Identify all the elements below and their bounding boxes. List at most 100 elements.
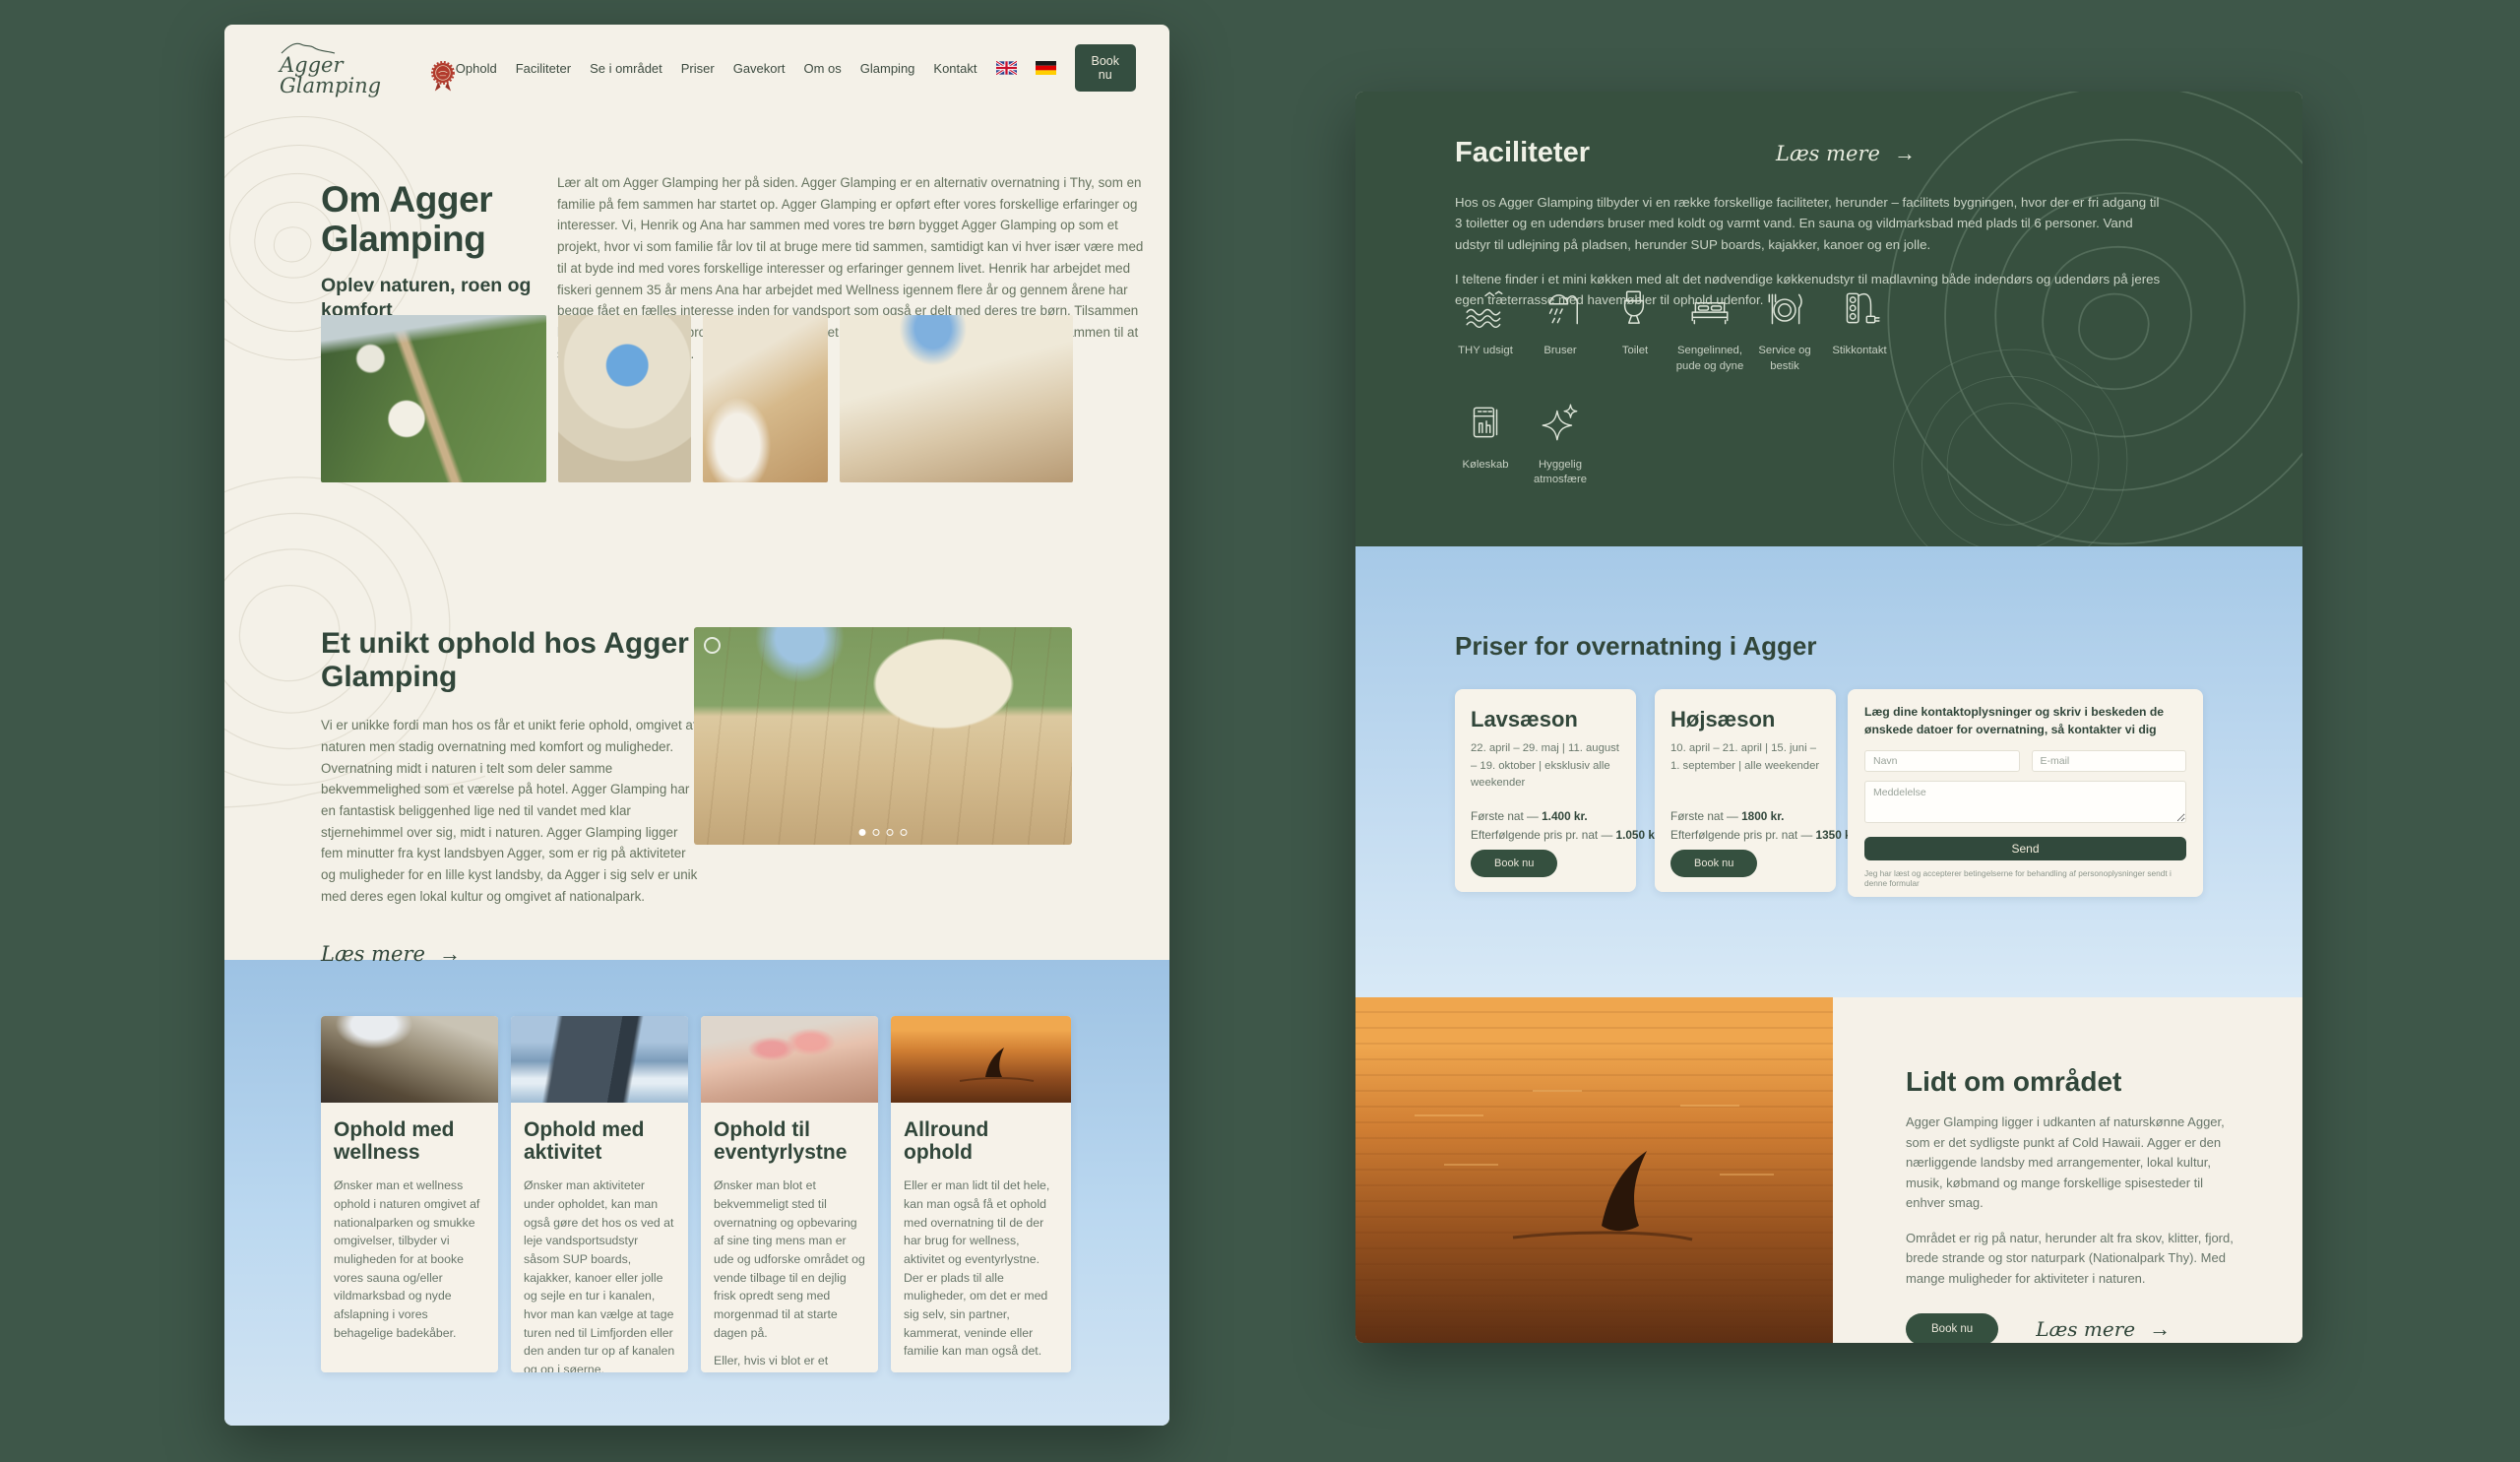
nav-faciliteter[interactable]: Faciliteter (516, 61, 571, 76)
facilities-read-more-link[interactable]: Læs mere → (1776, 141, 1916, 166)
facility-thy-view: THY udsigt (1448, 286, 1523, 375)
about-heading-block: Om Agger Glamping Oplev naturen, roen og… (321, 180, 557, 323)
book-now-button[interactable]: Book nu (1075, 44, 1137, 92)
carousel-dots (859, 829, 908, 836)
stay-card-activity: Ophold med aktivitet Ønsker man aktivite… (511, 1016, 688, 1372)
book-now-button[interactable]: Book nu (1906, 1313, 1998, 1343)
book-now-button[interactable]: Book nu (1670, 850, 1757, 877)
section-title: Et unikt ophold hos Agger Glamping (321, 627, 701, 693)
power-icon (1837, 286, 1882, 332)
tent-lounge-photo (703, 315, 828, 482)
card-text: Ønsker man aktiviteter under opholdet, k… (524, 1176, 675, 1372)
section-paragraph: Vi er unikke fordi man hos os får et uni… (321, 715, 701, 907)
facilities-grid: THY udsigt Bruser Toilet Sengelinned, pu… (1448, 286, 1897, 488)
pricing-section: Priser for overnatning i Agger Lavsæson … (1355, 546, 2302, 997)
facility-power: Stikkontakt (1822, 286, 1897, 375)
send-button[interactable]: Send (1864, 837, 2186, 860)
english-flag-icon[interactable] (996, 61, 1017, 75)
nav-glamping[interactable]: Glamping (860, 61, 915, 76)
facility-atmosphere: Hyggelig atmosfære (1523, 401, 1598, 489)
stay-card-allround: Allround ophold Eller er man lidt til de… (891, 1016, 1071, 1372)
thy-view-icon (1463, 286, 1508, 332)
low-season-card: Lavsæson 22. april – 29. maj | 11. augus… (1455, 689, 1636, 892)
read-more-label: Læs mere (2036, 1317, 2135, 1341)
facility-label: Hyggelig atmosfære (1523, 458, 1598, 489)
view-360-icon[interactable] (704, 637, 721, 654)
facility-label: THY udsigt (1458, 344, 1513, 359)
card-text: Eller er man lidt til det hele, kan man … (904, 1176, 1058, 1361)
card-text: Vi er her for at imødekomme jeres behov … (904, 1370, 1058, 1372)
card-title: Ophold med aktivitet (524, 1118, 675, 1164)
season-dates: 22. april – 29. maj | 11. august – 19. o… (1471, 740, 1620, 793)
card-text: Eller, hvis vi blot er et overnatningsst… (714, 1352, 865, 1372)
name-input[interactable] (1864, 750, 2020, 772)
read-more-link[interactable]: Læs mere → (321, 941, 461, 967)
dolphin-sunset-photo-large (1355, 997, 1833, 1343)
tent-deck-carousel-photo (694, 627, 1072, 845)
german-flag-icon[interactable] (1036, 61, 1056, 75)
facilities-page: Faciliteter Læs mere → Hos os Agger Glam… (1355, 92, 2302, 1343)
card-title: Ophold med wellness (334, 1118, 485, 1164)
dolphin-fin-icon (1355, 997, 1833, 1343)
nav-gavekort[interactable]: Gavekort (733, 61, 786, 76)
dolphin-fin-icon (891, 1016, 1071, 1103)
first-night-price: 1.400 kr. (1542, 809, 1588, 823)
carousel-dot[interactable] (887, 829, 894, 836)
unique-stay-section: Et unikt ophold hos Agger Glamping Vi er… (321, 627, 701, 967)
read-more-label: Læs mere (321, 942, 425, 966)
area-section: Lidt om området Agger Glamping ligger i … (1833, 997, 2302, 1343)
carousel-dot[interactable] (873, 829, 880, 836)
area-paragraph: Området er rig på natur, herunder alt fr… (1906, 1229, 2245, 1290)
season-prices: Første nat — 1.400 kr. Efterfølgende pri… (1471, 807, 1662, 845)
season-title: Højsæson (1670, 707, 1820, 732)
tableware-icon (1762, 286, 1807, 332)
facility-toilet: Toilet (1598, 286, 1672, 375)
nav-priser[interactable]: Priser (681, 61, 715, 76)
tent-skylight-photo (558, 315, 691, 482)
facility-label: Bruser (1544, 344, 1576, 359)
first-night-price: 1800 kr. (1741, 809, 1784, 823)
carousel-dot[interactable] (859, 829, 866, 836)
book-now-button[interactable]: Book nu (1471, 850, 1557, 877)
facility-label: Sengelinned, pude og dyne (1672, 344, 1747, 375)
facilities-title: Faciliteter (1455, 137, 1590, 169)
arrow-right-icon: → (2149, 1316, 2171, 1342)
facility-label: Toilet (1622, 344, 1648, 359)
toilet-icon (1612, 286, 1658, 332)
contact-form-card: Læg dine kontaktoplysninger og skriv i b… (1848, 689, 2203, 897)
photo-gallery (321, 315, 1073, 482)
site-header: Agger Glamping Ophold Faciliteter Se i o… (224, 25, 1169, 111)
arrow-right-icon: → (439, 941, 461, 967)
logo-text: Agger Glamping (280, 55, 418, 96)
pricing-title: Priser for overnatning i Agger (1455, 631, 1816, 662)
facilities-section: Faciliteter Læs mere → Hos os Agger Glam… (1355, 92, 2302, 546)
dolphin-sunset-photo (891, 1016, 1071, 1103)
about-page: Agger Glamping Ophold Faciliteter Se i o… (224, 25, 1169, 1426)
main-nav: Ophold Faciliteter Se i området Priser G… (456, 44, 1136, 92)
nav-kontakt[interactable]: Kontakt (933, 61, 976, 76)
season-dates: 10. april – 21. april | 15. juni – 1. se… (1670, 740, 1820, 775)
card-title: Allround ophold (904, 1118, 1058, 1164)
stay-types-section: Ophold med wellness Ønsker man et wellne… (224, 960, 1169, 1426)
facility-label: Stikkontakt (1832, 344, 1886, 359)
card-text: Ønsker man et wellness ophold i naturen … (334, 1176, 485, 1342)
carousel-dot[interactable] (901, 829, 908, 836)
card-title: Ophold til eventyrlystne (714, 1118, 865, 1164)
nav-ophold[interactable]: Ophold (456, 61, 497, 76)
season-title: Lavsæson (1471, 707, 1620, 732)
area-title: Lidt om området (1906, 1066, 2253, 1098)
wine-toast-photo (701, 1016, 878, 1103)
nav-se-i-omraadet[interactable]: Se i området (590, 61, 662, 76)
page-title: Om Agger Glamping (321, 180, 557, 258)
tent-bed-photo (321, 1016, 498, 1103)
facility-fridge: Køleskab (1448, 401, 1523, 489)
message-input[interactable] (1864, 781, 2186, 823)
facility-shower: Bruser (1523, 286, 1598, 375)
logo[interactable]: Agger Glamping (280, 39, 456, 96)
card-text: Ønsker man blot et bekvemmeligt sted til… (714, 1176, 865, 1342)
sparkle-icon (1538, 401, 1583, 446)
facility-label: Service og bestik (1747, 344, 1822, 375)
area-read-more-link[interactable]: Læs mere → (2036, 1316, 2171, 1342)
email-input[interactable] (2032, 750, 2187, 772)
nav-om-os[interactable]: Om os (803, 61, 841, 76)
